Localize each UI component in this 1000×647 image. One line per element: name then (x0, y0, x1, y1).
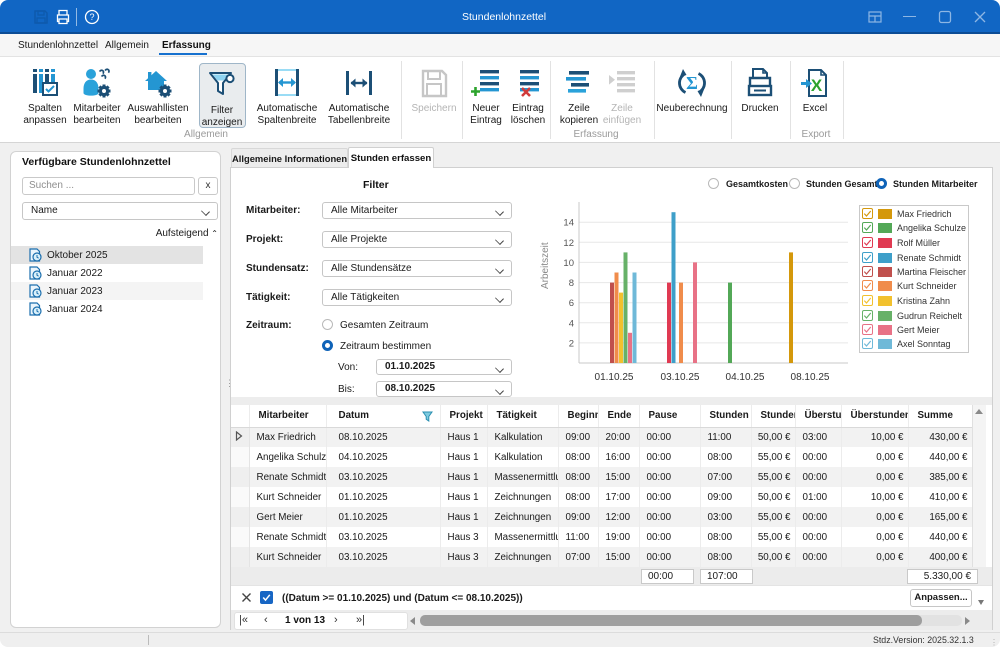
svg-text:03.10.25: 03.10.25 (661, 372, 700, 383)
svg-text:04.10.25: 04.10.25 (726, 372, 765, 383)
svg-text:6: 6 (569, 298, 574, 309)
svg-text:14: 14 (563, 218, 574, 229)
svg-text:10: 10 (563, 258, 574, 269)
svg-text:08.10.25: 08.10.25 (791, 372, 830, 383)
svg-text:4: 4 (569, 318, 574, 329)
svg-text:12: 12 (563, 238, 574, 249)
svg-text:X: X (811, 76, 823, 95)
svg-text:2: 2 (569, 338, 574, 349)
svg-text:01.10.25: 01.10.25 (595, 372, 634, 383)
svg-text:?: ? (89, 12, 94, 22)
svg-text:Σ: Σ (686, 73, 698, 93)
svg-text:8: 8 (569, 278, 574, 289)
